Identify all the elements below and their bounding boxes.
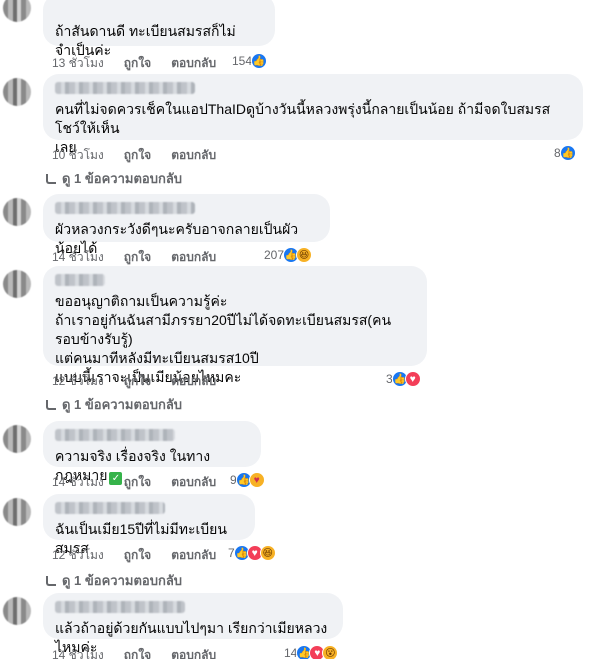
comment-bubble: ผัวหลวงกระวังดีๆนะครับอาจกลายเป็นผัวน้อย… (43, 194, 330, 256)
like-button[interactable]: ถูกใจ (124, 372, 151, 391)
like-button[interactable]: ถูกใจ (124, 146, 151, 165)
like-icon: 👍 (251, 53, 268, 69)
care-icon: ♥ (248, 472, 265, 488)
comment-bubble: ถ้าสันดานดี ทะเบียนสมรสก็ไม่จำเป็นค่ะ (43, 0, 275, 58)
avatar[interactable] (3, 198, 31, 226)
reaction-summary[interactable]: 14 👍 ♥ 😮 (284, 645, 339, 659)
reply-arrow-icon (46, 575, 56, 586)
reply-button[interactable]: ตอบกลับ (171, 372, 216, 391)
comment-bubble: ขออนุญาติถามเป็นความรู้ค่ะ ถ้าเราอยู่กัน… (43, 266, 427, 385)
comment-time[interactable]: 14 ชั่วโมง (52, 473, 104, 492)
comment-bubble: ฉันเป็นเมีย15ปีที่ไม่มีทะเบียนสมรส (43, 494, 255, 556)
avatar[interactable] (3, 498, 31, 526)
avatar[interactable] (3, 270, 31, 298)
avatar[interactable] (3, 425, 31, 453)
like-button[interactable]: ถูกใจ (124, 546, 151, 565)
comment-actions: 10 ชั่วโมง ถูกใจ ตอบกลับ (52, 146, 216, 165)
view-replies-link[interactable]: ดู 1 ข้อความตอบกลับ (46, 394, 182, 415)
comment-time[interactable]: 12 ชั่วโมง (52, 546, 104, 565)
reaction-summary[interactable]: 154 👍 (232, 53, 268, 69)
reply-arrow-icon (46, 399, 56, 410)
comment-bubble: แล้วถ้าอยู่ด้วยกันแบบไปๆมา เรียกว่าเมียห… (43, 593, 343, 655)
commenter-name[interactable] (55, 601, 185, 613)
reaction-count: 207 (264, 248, 285, 262)
reaction-summary[interactable]: 7 👍 ♥ 😆 (228, 545, 276, 561)
comment-bubble: คนที่ไม่จดควรเช็คในแอปThaIDดูบ้างวันนี้ห… (43, 74, 583, 155)
commenter-name[interactable] (55, 502, 165, 514)
reaction-count: 154 (232, 54, 253, 68)
comment-actions: 12 ชั่วโมง ถูกใจ ตอบกลับ (52, 372, 216, 391)
comment-bubble: ความจริง เรื่องจริง ในทางกฎหมาย ✓ (43, 421, 261, 485)
reaction-summary[interactable]: 207 👍 😆 (264, 247, 313, 263)
reaction-summary[interactable]: 9 👍 ♥ (230, 472, 265, 488)
commenter-name[interactable] (55, 429, 175, 441)
like-button[interactable]: ถูกใจ (124, 54, 151, 73)
comment-actions: 13 ชั่วโมง ถูกใจ ตอบกลับ (52, 54, 216, 73)
view-replies-link[interactable]: ดู 1 ข้อความตอบกลับ (46, 570, 182, 591)
like-icon: 👍 (559, 145, 576, 161)
comment-actions: 14 ชั่วโมง ถูกใจ ตอบกลับ (52, 473, 216, 492)
commenter-name[interactable] (55, 274, 105, 286)
comment-actions: 12 ชั่วโมง ถูกใจ ตอบกลับ (52, 546, 216, 565)
reply-arrow-icon (46, 173, 56, 184)
comment-time[interactable]: 10 ชั่วโมง (52, 146, 104, 165)
reply-button[interactable]: ตอบกลับ (171, 546, 216, 565)
like-button[interactable]: ถูกใจ (124, 646, 151, 659)
comment-time[interactable]: 14 ชั่วโมง (52, 248, 104, 267)
commenter-name[interactable] (55, 82, 195, 94)
comment-actions: 14 ชั่วโมง ถูกใจ ตอบกลับ (52, 646, 216, 659)
reaction-summary[interactable]: 3 👍 ♥ (386, 371, 421, 387)
avatar[interactable] (3, 597, 31, 625)
like-button[interactable]: ถูกใจ (124, 473, 151, 492)
haha-icon: 😆 (296, 247, 313, 263)
reaction-count: 14 (284, 646, 298, 659)
reaction-summary[interactable]: 8 👍 (554, 145, 576, 161)
view-replies-link[interactable]: ดู 1 ข้อความตอบกลับ (46, 168, 182, 189)
like-button[interactable]: ถูกใจ (124, 248, 151, 267)
avatar[interactable] (3, 0, 31, 22)
commenter-name[interactable] (55, 202, 195, 214)
comment-time[interactable]: 13 ชั่วโมง (52, 54, 104, 73)
comment-time[interactable]: 12 ชั่วโมง (52, 372, 104, 391)
reply-button[interactable]: ตอบกลับ (171, 54, 216, 73)
comment-actions: 14 ชั่วโมง ถูกใจ ตอบกลับ (52, 248, 216, 267)
reply-button[interactable]: ตอบกลับ (171, 248, 216, 267)
comment-time[interactable]: 14 ชั่วโมง (52, 646, 104, 659)
haha-icon: 😆 (259, 545, 276, 561)
wow-icon: 😮 (322, 645, 339, 659)
avatar[interactable] (3, 78, 31, 106)
love-icon: ♥ (404, 371, 421, 387)
reply-button[interactable]: ตอบกลับ (171, 646, 216, 659)
reply-button[interactable]: ตอบกลับ (171, 473, 216, 492)
reply-button[interactable]: ตอบกลับ (171, 146, 216, 165)
